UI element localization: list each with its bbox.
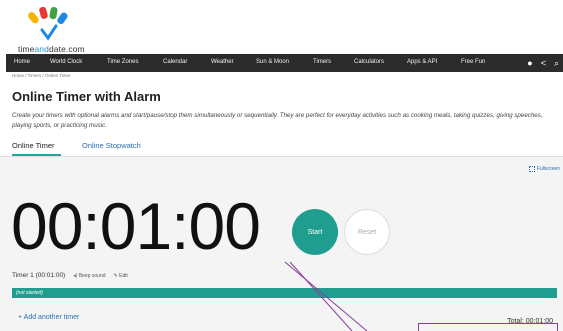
nav-item-calendar[interactable]: Calendar xyxy=(163,59,187,65)
nav-item-time-zones[interactable]: Time Zones xyxy=(107,59,138,65)
timer-info-row: Timer 1 (00:01:00) ◂) Beep sound ✎ Edit xyxy=(12,272,128,279)
pencil-icon: ✎ xyxy=(113,272,118,279)
nav-item-apps-api[interactable]: Apps & API xyxy=(407,59,437,65)
speaker-icon: ◂) xyxy=(73,272,78,279)
fullscreen-label: Fullscreen xyxy=(536,166,560,172)
share-icon[interactable]: < xyxy=(541,56,546,70)
timer-name: Timer 1 (00:01:00) xyxy=(12,272,66,279)
timer-status: (not started) xyxy=(16,290,43,296)
fullscreen-button[interactable]: Fullscreen xyxy=(528,166,560,172)
callout-box xyxy=(418,323,558,331)
reset-button[interactable]: Reset xyxy=(344,209,390,255)
search-icon[interactable]: ⌕ xyxy=(554,56,559,70)
main-nav: Home World Clock Time Zones Calendar Wea… xyxy=(6,54,563,72)
sound-label: Beep sound xyxy=(78,272,106,279)
timer-display: 00:01:00 xyxy=(11,189,261,263)
nav-item-calculators[interactable]: Calculators xyxy=(354,59,384,65)
fullscreen-icon xyxy=(528,166,535,172)
breadcrumb[interactable]: Home / Timers / Online Timer xyxy=(12,73,71,78)
sound-setting[interactable]: ◂) Beep sound xyxy=(73,273,105,279)
nav-item-home[interactable]: Home xyxy=(14,59,30,65)
add-timer-button[interactable]: + Add another timer xyxy=(18,314,79,321)
nav-item-free-fun[interactable]: Free Fun xyxy=(461,59,485,65)
edit-label: Edit xyxy=(119,272,128,279)
nav-item-timers[interactable]: Timers xyxy=(313,59,331,65)
tab-online-stopwatch[interactable]: Online Stopwatch xyxy=(82,141,141,150)
start-button[interactable]: Start xyxy=(292,209,338,255)
nav-item-weather[interactable]: Weather xyxy=(211,59,234,65)
edit-link[interactable]: ✎ Edit xyxy=(114,273,128,279)
logo-rays-icon xyxy=(28,6,68,41)
timer-progress-bar: (not started) xyxy=(12,288,557,298)
tab-online-timer[interactable]: Online Timer xyxy=(12,141,55,150)
page-intro: Create your timers with optional alarms … xyxy=(12,112,543,129)
site-logo[interactable]: timeanddate.com xyxy=(14,6,114,54)
nav-item-world-clock[interactable]: World Clock xyxy=(50,59,82,65)
logo-text: timeanddate.com xyxy=(18,44,85,54)
nav-item-sun-moon[interactable]: Sun & Moon xyxy=(256,59,289,65)
page-title: Online Timer with Alarm xyxy=(12,89,161,104)
account-icon[interactable]: ● xyxy=(527,56,532,70)
